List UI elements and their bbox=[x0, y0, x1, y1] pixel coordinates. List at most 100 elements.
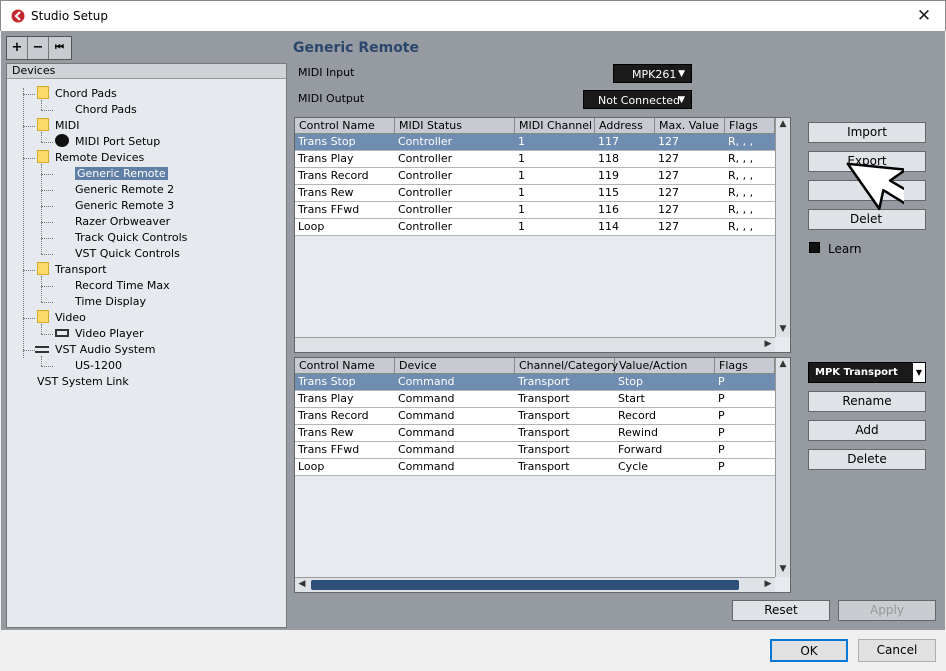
tree-item[interactable]: Record Time Max bbox=[75, 278, 170, 294]
folder-icon bbox=[37, 118, 49, 131]
table-cell: 127 bbox=[658, 135, 679, 148]
scroll-up-icon[interactable]: ▲ bbox=[776, 358, 790, 372]
tree-item-label: Record Time Max bbox=[75, 279, 170, 292]
table-header: Control Name Device Channel/Category Value/… bbox=[295, 358, 790, 374]
tree-item[interactable]: Time Display bbox=[75, 294, 146, 310]
column-header[interactable]: Value/Action bbox=[615, 358, 715, 374]
table-row[interactable]: Trans Record Controller 1 119 127 R, , , bbox=[295, 168, 775, 185]
scroll-down-icon[interactable]: ▼ bbox=[776, 563, 790, 577]
vertical-scrollbar[interactable]: ▲ ▼ bbox=[775, 118, 790, 337]
add-preset-button[interactable]: Add bbox=[808, 420, 926, 441]
tree-item[interactable]: Generic Remote 3 bbox=[75, 198, 174, 214]
scroll-down-icon[interactable]: ▼ bbox=[776, 323, 790, 337]
table-row[interactable]: Loop Controller 1 114 127 R, , , bbox=[295, 219, 775, 236]
learn-checkbox[interactable] bbox=[809, 242, 820, 253]
tree-connector bbox=[41, 238, 53, 239]
column-header[interactable]: Channel/Category bbox=[515, 358, 618, 374]
audio-icon bbox=[35, 346, 49, 353]
table-cell: Trans Stop bbox=[298, 135, 356, 148]
table-row[interactable]: Trans FFwd Controller 1 116 127 R, , , bbox=[295, 202, 775, 219]
column-header[interactable]: Address bbox=[595, 118, 655, 134]
import-button[interactable]: Import bbox=[808, 122, 926, 143]
tree-item[interactable]: Video Player bbox=[55, 326, 144, 342]
tree-item[interactable]: Remote Devices bbox=[37, 150, 144, 166]
midi-input-value: MPK261 bbox=[632, 68, 677, 81]
tree-item[interactable]: Transport bbox=[37, 262, 107, 278]
reset-button[interactable]: Reset bbox=[732, 600, 830, 621]
table-cell: 1 bbox=[518, 169, 525, 182]
chevron-down-icon: ▼ bbox=[913, 363, 925, 382]
tree-item[interactable]: Chord Pads bbox=[75, 102, 137, 118]
table-row[interactable]: Loop Command Transport Cycle P bbox=[295, 459, 775, 476]
rename-preset-button[interactable]: Rename bbox=[808, 391, 926, 412]
reset-device-button[interactable]: ⏮ bbox=[49, 37, 70, 59]
table-row[interactable]: Trans Stop Command Transport Stop P bbox=[295, 374, 775, 391]
tree-item-label: Video Player bbox=[75, 327, 144, 340]
tree-connector bbox=[41, 190, 53, 191]
midi-output-select[interactable]: Not Connected ▼ bbox=[583, 90, 692, 109]
tree-item[interactable]: Generic Remote bbox=[75, 166, 168, 182]
table-row[interactable]: Trans Play Controller 1 118 127 R, , , bbox=[295, 151, 775, 168]
table-row[interactable]: Trans FFwd Command Transport Forward P bbox=[295, 442, 775, 459]
table-cell: 127 bbox=[658, 203, 679, 216]
table-row[interactable]: Trans Rew Command Transport Rewind P bbox=[295, 425, 775, 442]
column-header[interactable]: Control Name bbox=[295, 118, 395, 134]
scroll-right-icon[interactable]: ▶ bbox=[761, 338, 775, 352]
preset-select[interactable]: MPK Transport ▼ bbox=[808, 362, 926, 383]
column-header[interactable]: Device bbox=[395, 358, 515, 374]
tree-item-label: Remote Devices bbox=[55, 151, 145, 164]
tree-item[interactable]: Generic Remote 2 bbox=[75, 182, 174, 198]
tree-item[interactable]: MIDI Port Setup bbox=[55, 134, 160, 150]
table-cell: Cycle bbox=[618, 460, 649, 473]
tree-item-label: Video bbox=[55, 311, 86, 324]
midi-input-select[interactable]: MPK261 ▼ bbox=[613, 64, 692, 83]
tree-item[interactable]: MIDI bbox=[37, 118, 79, 134]
tree-connector bbox=[41, 334, 53, 335]
horizontal-scrollbar[interactable]: ▶ bbox=[295, 337, 775, 352]
tree-item[interactable]: VST Quick Controls bbox=[75, 246, 180, 262]
tree-item[interactable]: Track Quick Controls bbox=[75, 230, 187, 246]
delete-preset-button[interactable]: Delete bbox=[808, 449, 926, 470]
column-header[interactable]: Flags bbox=[725, 118, 775, 134]
vertical-scrollbar[interactable]: ▲ ▼ bbox=[775, 358, 790, 577]
tree-item[interactable]: VST Audio System bbox=[35, 342, 156, 358]
column-header[interactable]: Flags bbox=[715, 358, 775, 374]
remove-device-button[interactable]: − bbox=[28, 37, 49, 59]
apply-button[interactable]: Apply bbox=[838, 600, 936, 621]
column-header[interactable]: Control Name bbox=[295, 358, 395, 374]
scroll-up-icon[interactable]: ▲ bbox=[776, 118, 790, 132]
scrollbar-thumb[interactable] bbox=[311, 580, 739, 590]
table-row[interactable]: Trans Play Command Transport Start P bbox=[295, 391, 775, 408]
table-header: Control Name MIDI Status MIDI Channel Addre… bbox=[295, 118, 790, 134]
column-header[interactable]: MIDI Status bbox=[395, 118, 515, 134]
scroll-right-icon[interactable]: ▶ bbox=[761, 578, 775, 592]
table-row[interactable]: Trans Record Command Transport Record P bbox=[295, 408, 775, 425]
tree-item[interactable]: Chord Pads bbox=[37, 86, 117, 102]
tree-item[interactable]: US-1200 bbox=[75, 358, 122, 374]
add-device-button[interactable]: + bbox=[7, 37, 28, 59]
tree-connector bbox=[41, 302, 53, 303]
tree-item[interactable]: Video bbox=[37, 310, 86, 326]
table-cell: Loop bbox=[298, 460, 325, 473]
command-table: Control Name Device Channel/Category Value/… bbox=[294, 357, 791, 593]
ok-button[interactable]: OK bbox=[770, 639, 848, 662]
cancel-button[interactable]: Cancel bbox=[858, 639, 936, 662]
close-icon[interactable]: ✕ bbox=[913, 5, 935, 27]
table-cell: Forward bbox=[618, 443, 663, 456]
scroll-left-icon[interactable]: ◀ bbox=[295, 578, 309, 592]
table-row[interactable]: Trans Rew Controller 1 115 127 R, , , bbox=[295, 185, 775, 202]
tree-item-label: MIDI bbox=[55, 119, 80, 132]
table-row[interactable]: Trans Stop Controller 1 117 127 R, , , bbox=[295, 134, 775, 151]
tree-item[interactable]: VST System Link bbox=[37, 374, 129, 390]
tree-item-label: VST Audio System bbox=[55, 343, 156, 356]
tree-connector bbox=[41, 206, 53, 207]
tree-connector bbox=[41, 324, 42, 334]
column-header[interactable]: Max. Value bbox=[655, 118, 725, 134]
table-cell: Stop bbox=[618, 375, 644, 388]
table-cell: R, , , bbox=[728, 186, 754, 199]
horizontal-scrollbar[interactable]: ◀ ▶ bbox=[295, 577, 775, 592]
tree-item[interactable]: Razer Orbweaver bbox=[75, 214, 170, 230]
column-header[interactable]: MIDI Channel bbox=[515, 118, 595, 134]
table-cell: P bbox=[718, 426, 725, 439]
table-cell: 127 bbox=[658, 186, 679, 199]
